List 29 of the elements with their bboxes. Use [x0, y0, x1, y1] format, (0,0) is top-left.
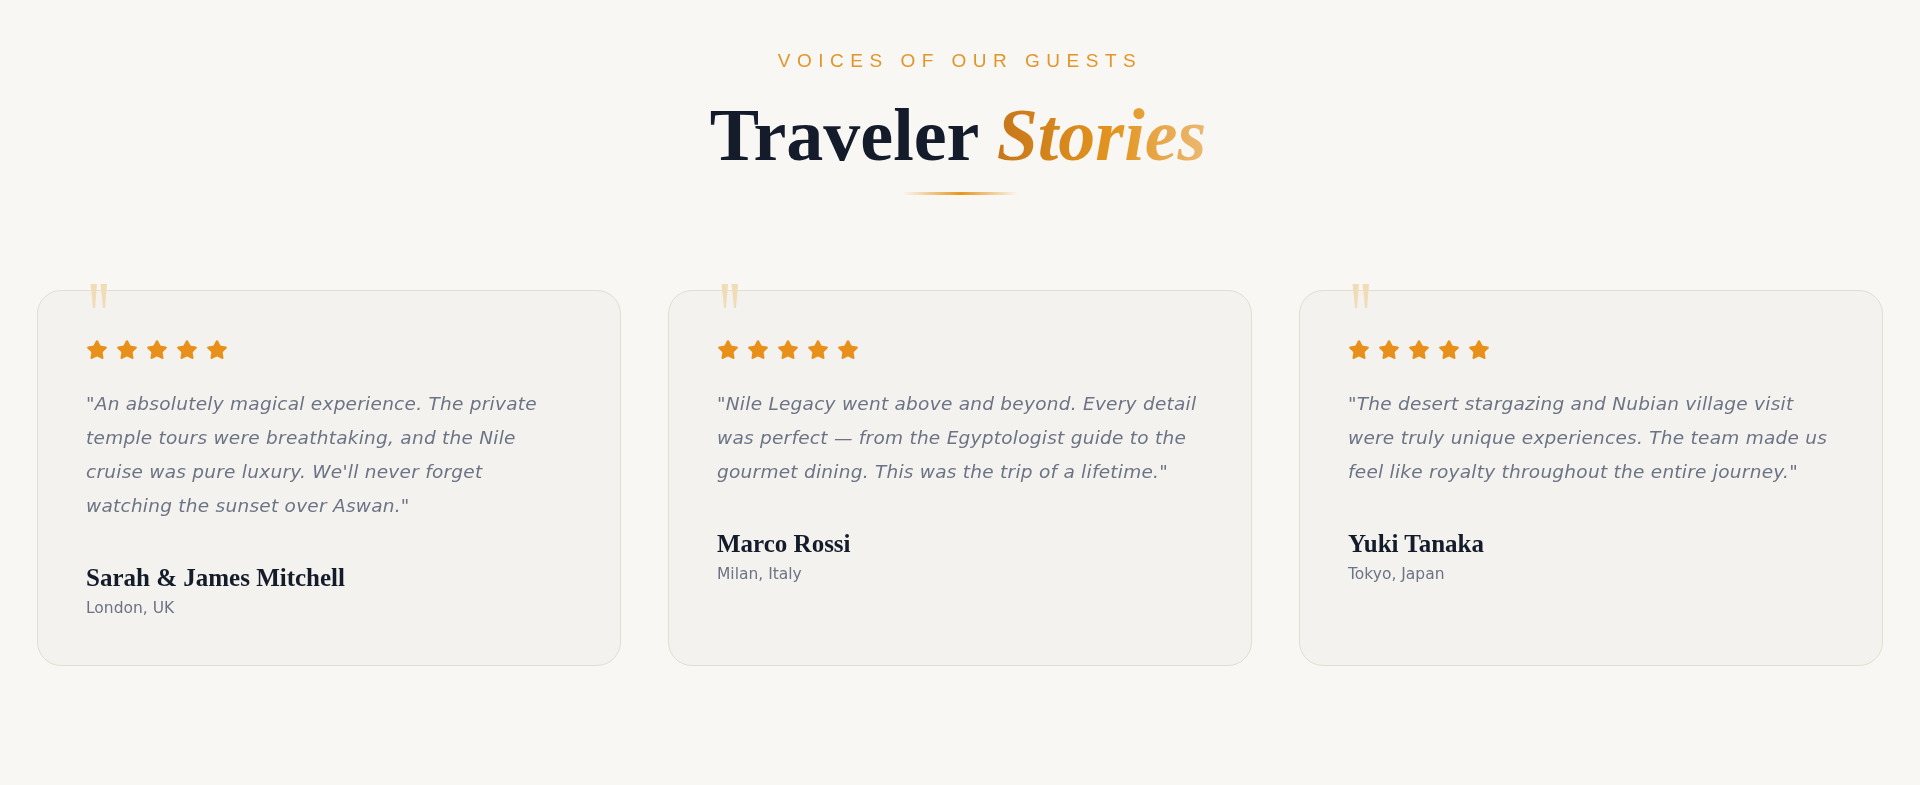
guest-location: Milan, Italy — [717, 564, 803, 585]
star-icon — [1468, 339, 1490, 361]
guest-name: Marco Rossi — [717, 529, 852, 559]
star-icon — [146, 339, 168, 361]
star-icon — [807, 339, 829, 361]
star-icon — [1438, 339, 1460, 361]
star-icon — [116, 339, 138, 361]
section-title: Traveler Stories — [709, 93, 1211, 177]
testimonial-quote: "The desert stargazing and Nubian village visit were truly unique experiences. The team made us feel like royalty throughout the entire journey." — [1348, 392, 1829, 484]
section-eyebrow: VOICES OF OUR GUESTS — [777, 50, 1143, 72]
star-icon — [717, 339, 739, 361]
guest-location: Tokyo, Japan — [1348, 564, 1446, 585]
star-icon — [747, 339, 769, 361]
star-icon — [837, 339, 859, 361]
star-icon — [1348, 339, 1370, 361]
star-icon — [206, 339, 228, 361]
testimonial-quote: "Nile Legacy went above and beyond. Every detail was perfect — from the Egyptologist guide to the gourmet dining. This was the trip of a lifetime." — [717, 392, 1198, 484]
star-icon — [176, 339, 198, 361]
star-icon — [1378, 339, 1400, 361]
guest-location: London, UK — [86, 598, 176, 619]
guest-name: Sarah & James Mitchell — [86, 563, 346, 593]
guest-name: Yuki Tanaka — [1348, 529, 1485, 559]
testimonial-quote: "An absolutely magical experience. The private temple tours were breathtaking, and the Nile cruise was pure luxury. We'll never forget watching the sunset over Aswan." — [86, 392, 538, 518]
quote-icon — [721, 284, 739, 308]
star-icon — [1408, 339, 1430, 361]
star-icon — [777, 339, 799, 361]
quote-icon — [1352, 284, 1370, 308]
star-icon — [86, 339, 108, 361]
quote-icon — [90, 284, 108, 308]
